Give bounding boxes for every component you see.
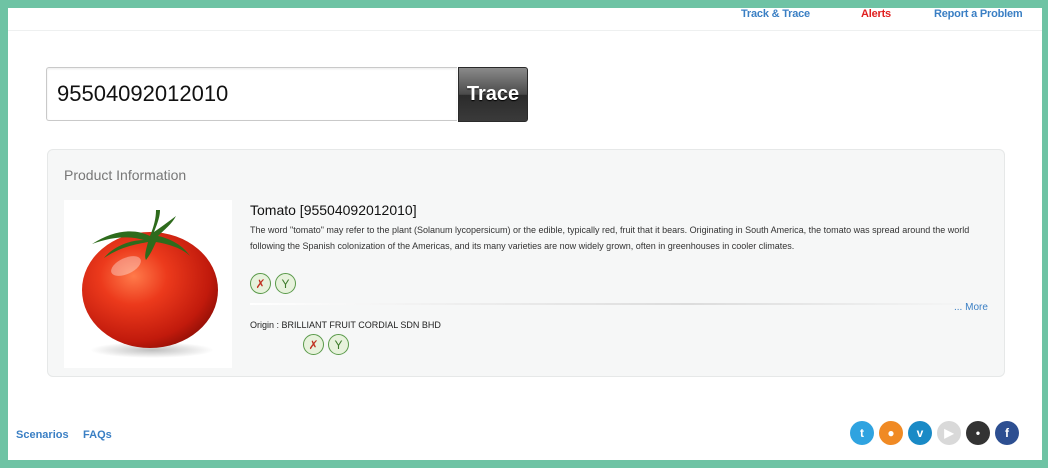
product-name: Tomato [95504092012010] — [250, 202, 417, 218]
social-icons: t ● v ▶ • f — [850, 421, 1019, 445]
rss-icon[interactable]: ● — [879, 421, 903, 445]
product-information-panel: Product Information Tomato [955040920120… — [47, 149, 1005, 377]
trace-button[interactable]: Trace — [458, 67, 528, 122]
vimeo-icon[interactable]: v — [908, 421, 932, 445]
facebook-icon[interactable]: f — [995, 421, 1019, 445]
divider — [250, 303, 980, 305]
more-link[interactable]: ... More — [954, 302, 988, 313]
nav-alerts-link[interactable]: Alerts — [861, 8, 891, 20]
tomato-image — [64, 200, 232, 368]
origin-badges: ✗ Y — [303, 334, 349, 355]
youtube-icon[interactable]: ▶ — [937, 421, 961, 445]
no-alcohol-icon: Y — [328, 334, 349, 355]
footer-scenarios-link[interactable]: Scenarios — [16, 429, 69, 441]
no-alcohol-icon: Y — [275, 273, 296, 294]
no-meat-icon: ✗ — [303, 334, 324, 355]
origin-text: Origin : BRILLIANT FRUIT CORDIAL SDN BHD — [250, 320, 441, 330]
no-meat-icon: ✗ — [250, 273, 271, 294]
nav-track-trace-link[interactable]: Track & Trace — [741, 8, 810, 20]
twitter-icon[interactable]: t — [850, 421, 874, 445]
product-description: The word "tomato" may refer to the plant… — [250, 225, 970, 251]
trace-search-bar: Trace — [46, 67, 529, 123]
footer-links: Scenarios FAQs — [16, 425, 122, 443]
panel-title: Product Information — [64, 167, 187, 183]
flickr-icon[interactable]: • — [966, 421, 990, 445]
trace-code-input[interactable] — [46, 67, 457, 121]
nav-report-problem-link[interactable]: Report a Problem — [934, 8, 1023, 20]
footer-faqs-link[interactable]: FAQs — [83, 429, 112, 441]
product-badges: ✗ Y — [250, 273, 296, 294]
page-frame: Track & Trace Alerts Report a Problem Tr… — [8, 8, 1042, 460]
top-nav: Track & Trace Alerts Report a Problem — [8, 8, 1042, 31]
